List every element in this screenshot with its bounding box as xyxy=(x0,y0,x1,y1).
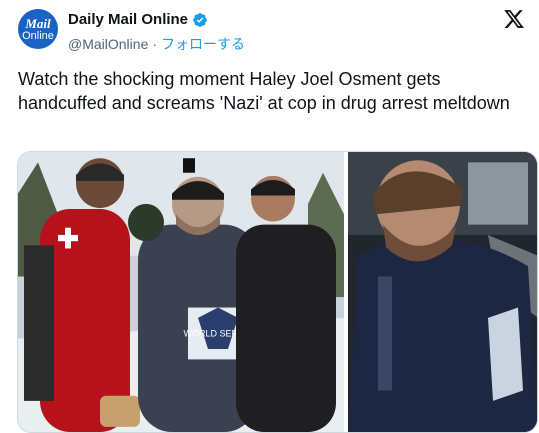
account-name-row: Daily Mail Online xyxy=(68,11,208,28)
x-logo-icon[interactable] xyxy=(503,8,525,30)
account-handle[interactable]: @MailOnline xyxy=(68,36,148,52)
media-grid: WORLD SERIES xyxy=(17,151,538,433)
tweet-card: Mail Online Daily Mail Online @MailOnlin… xyxy=(0,0,539,433)
display-name[interactable]: Daily Mail Online xyxy=(68,11,188,28)
follow-button[interactable]: フォローする xyxy=(161,34,245,54)
photo-arrest-scene[interactable]: WORLD SERIES xyxy=(18,152,344,432)
verified-badge-icon xyxy=(193,12,207,27)
avatar-text-mail: Mail xyxy=(25,15,51,31)
avatar-text-online: Online xyxy=(22,29,54,42)
account-avatar[interactable]: Mail Online xyxy=(18,9,58,49)
tweet-text: Watch the shocking moment Haley Joel Osm… xyxy=(18,69,510,113)
person-back xyxy=(128,203,164,242)
handle-separator: · xyxy=(152,36,158,52)
photo-in-vehicle[interactable] xyxy=(348,152,537,432)
account-handle-row: @MailOnline · フォローする xyxy=(68,34,245,54)
